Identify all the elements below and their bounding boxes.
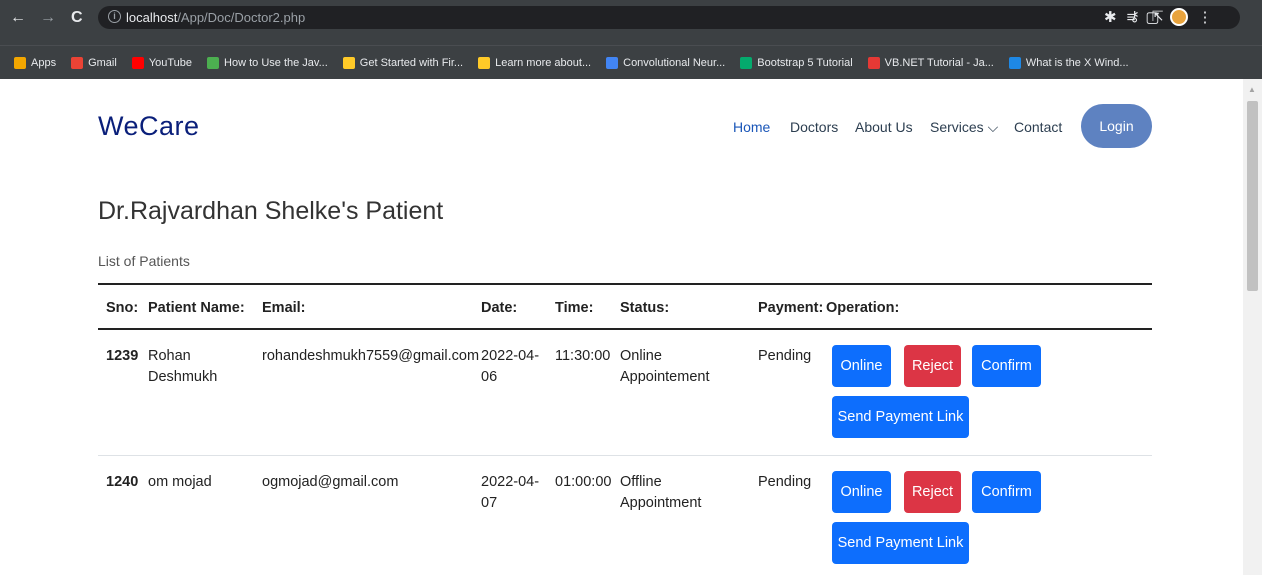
page-subtitle: List of Patients	[98, 253, 190, 269]
apps-grid-icon	[14, 57, 26, 69]
patients-table: Sno: Patient Name: Email: Date: Time: St…	[98, 283, 1152, 575]
bookmark-item[interactable]: YouTube	[131, 57, 193, 69]
nav-home[interactable]: Home	[733, 119, 770, 135]
col-status: Status:	[620, 300, 670, 316]
bookmark-label: Bootstrap 5 Tutorial	[757, 57, 853, 69]
extensions-area: ✱ ≡ ▢ ⋮	[1104, 8, 1213, 26]
cell-email: rohandeshmukh7559@gmail.com	[262, 348, 480, 364]
cell-time: 11:30:00	[555, 348, 611, 364]
col-patient-name: Patient Name:	[148, 300, 245, 316]
table-body: 1239 Rohan Deshmukh rohandeshmukh7559@gmai…	[98, 330, 1152, 575]
back-arrow-icon[interactable]: ←	[10, 9, 26, 27]
cell-status: Online Appointement	[620, 348, 710, 385]
cell-email: ogmojad@gmail.com	[262, 474, 399, 490]
bookmark-label: VB.NET Tutorial - Ja...	[884, 57, 994, 69]
profile-avatar[interactable]	[1169, 8, 1188, 26]
bookmarks-list: Apps Gmail YouTube How to Use the Jav... Get…	[0, 46, 1262, 80]
page-scrollbar[interactable]: ▲	[1243, 79, 1262, 575]
table-row: 1239 Rohan Deshmukh rohandeshmukh7559@gmai…	[98, 330, 1152, 456]
reload-icon[interactable]: C	[71, 9, 83, 27]
col-sno: Sno:	[106, 300, 139, 316]
cell-payment: Pending	[758, 348, 812, 364]
bookmark-item[interactable]: How to Use the Jav...	[207, 57, 328, 69]
confirm-button[interactable]: Confirm	[972, 471, 1041, 513]
info-icon	[1008, 57, 1021, 69]
bookmark-label: Apps	[31, 57, 57, 69]
table-row: 1240 om mojad ogmojad@gmail.com 2022-04-07 0…	[98, 456, 1152, 575]
url-host: localhost	[126, 10, 178, 25]
reading-list-icon[interactable]: ≡	[1127, 9, 1136, 26]
cell-sno: 1239	[106, 348, 139, 364]
bookmark-item[interactable]: What is the X Wind...	[1008, 57, 1129, 69]
page-title: Dr.Rajvardhan Shelke's Patient	[98, 197, 444, 225]
scroll-up-arrow-icon[interactable]: ▲	[1248, 85, 1256, 94]
send-payment-link-button[interactable]: Send Payment Link	[832, 396, 969, 438]
col-time: Time:	[555, 300, 594, 316]
globe-icon	[606, 57, 619, 69]
scroll-thumb[interactable]	[1247, 101, 1258, 291]
forward-arrow-icon[interactable]: →	[40, 9, 56, 27]
bookmark-item[interactable]: Get Started with Fir...	[342, 57, 464, 69]
web-page: WeCare Home Doctors About Us Services ⌵ …	[0, 79, 1243, 575]
cell-status: Offline Appointment	[620, 474, 702, 511]
bookmark-item[interactable]: VB.NET Tutorial - Ja...	[867, 57, 994, 69]
col-email: Email:	[262, 300, 306, 316]
url-path: /App/Doc/Doctor2.php	[177, 10, 306, 25]
javatpoint-icon	[207, 57, 220, 69]
browser-toolbar: ← → C i localhost/App/Doc/Doctor2.php ⚷ …	[0, 0, 1262, 45]
bookmark-label: Learn more about...	[495, 57, 592, 69]
cell-time: 01:00:00	[555, 474, 612, 490]
bookmark-label: What is the X Wind...	[1025, 57, 1129, 69]
youtube-icon	[131, 57, 144, 69]
confirm-button[interactable]: Confirm	[972, 345, 1041, 387]
send-payment-link-button[interactable]: Send Payment Link	[832, 522, 969, 564]
firebase-icon	[478, 57, 491, 69]
cell-name: om mojad	[148, 474, 212, 490]
side-panel-icon[interactable]: ▢	[1145, 8, 1159, 26]
online-button[interactable]: Online	[832, 471, 891, 513]
col-payment: Payment:	[758, 300, 824, 316]
bookmark-item[interactable]: Learn more about...	[478, 57, 591, 69]
bookmark-label: How to Use the Jav...	[224, 57, 328, 69]
bookmark-label: Convolutional Neur...	[623, 57, 726, 69]
table-header: Sno: Patient Name: Email: Date: Time: St…	[98, 283, 1152, 330]
reject-button[interactable]: Reject	[904, 345, 961, 387]
bookmark-label: Gmail	[88, 57, 117, 69]
menu-kebab-icon[interactable]: ⋮	[1198, 8, 1213, 26]
javatpoint-icon	[867, 57, 880, 69]
w3schools-icon	[740, 57, 753, 69]
cell-date: 2022-04-07	[481, 474, 540, 511]
gmail-icon	[71, 57, 84, 69]
bookmarks-bar: Apps Gmail YouTube How to Use the Jav... Get…	[0, 45, 1262, 79]
site-info-icon[interactable]: i	[108, 10, 121, 23]
puzzle-extension-icon[interactable]: ✱	[1104, 8, 1117, 26]
url-text[interactable]: localhost/App/Doc/Doctor2.php	[126, 10, 305, 25]
login-button[interactable]: Login	[1081, 104, 1152, 148]
brand-logo[interactable]: WeCare	[98, 111, 200, 142]
firebase-icon	[342, 57, 355, 69]
nav-contact[interactable]: Contact	[1014, 119, 1062, 135]
bookmark-label: YouTube	[148, 57, 193, 69]
cell-date: 2022-04-06	[481, 348, 540, 385]
bookmark-item[interactable]: Bootstrap 5 Tutorial	[740, 57, 853, 69]
cell-payment: Pending	[758, 474, 812, 490]
nav-doctors[interactable]: Doctors	[790, 119, 838, 135]
cell-sno: 1240	[106, 474, 139, 490]
online-button[interactable]: Online	[832, 345, 891, 387]
nav-services[interactable]: Services ⌵	[930, 119, 998, 136]
address-bar[interactable]: i localhost/App/Doc/Doctor2.php ⚷ ⇱ ☆	[98, 6, 1240, 29]
bookmark-item[interactable]: Apps	[14, 57, 56, 69]
nav-about-us[interactable]: About Us	[855, 119, 913, 135]
bookmark-label: Get Started with Fir...	[359, 57, 464, 69]
cell-name: Rohan Deshmukh	[148, 348, 218, 385]
bookmark-item[interactable]: Convolutional Neur...	[606, 57, 725, 69]
reject-button[interactable]: Reject	[904, 471, 961, 513]
col-date: Date:	[481, 300, 518, 316]
bookmark-item[interactable]: Gmail	[71, 57, 117, 69]
col-operation: Operation:	[826, 300, 900, 316]
